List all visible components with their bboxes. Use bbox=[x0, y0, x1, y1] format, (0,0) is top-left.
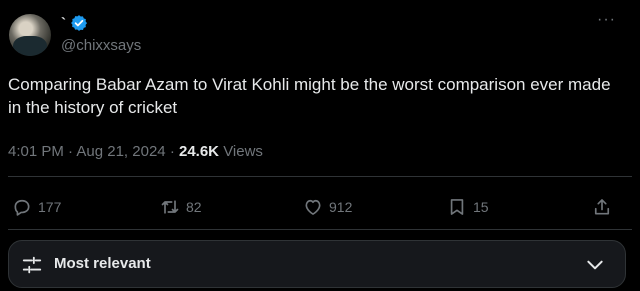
avatar-photo bbox=[13, 36, 47, 56]
avatar[interactable] bbox=[9, 14, 51, 56]
action-bar: 177 82 912 15 bbox=[0, 194, 640, 220]
like-count: 912 bbox=[329, 199, 353, 215]
bookmark-count: 15 bbox=[473, 199, 489, 215]
share-icon bbox=[594, 199, 610, 215]
tweet-meta: 4:01 PM · Aug 21, 2024 · 24.6K Views bbox=[8, 143, 263, 160]
author-handle[interactable]: @chixxsays bbox=[61, 37, 141, 54]
like-button[interactable]: 912 bbox=[303, 194, 352, 220]
repost-button[interactable]: 82 bbox=[160, 194, 202, 220]
reply-button[interactable]: 177 bbox=[12, 194, 61, 220]
tweet-time[interactable]: 4:01 PM bbox=[8, 143, 64, 160]
tweet-text: Comparing Babar Azam to Virat Kohli migh… bbox=[8, 75, 611, 117]
sort-filter-icon bbox=[22, 256, 42, 274]
repost-count: 82 bbox=[186, 199, 202, 215]
chevron-down-icon bbox=[587, 260, 603, 270]
divider bbox=[8, 229, 632, 230]
meta-separator: · bbox=[68, 143, 74, 160]
sort-label: Most relevant bbox=[54, 255, 151, 272]
divider bbox=[8, 176, 632, 177]
verified-badge-icon bbox=[71, 15, 88, 31]
tweet-date[interactable]: Aug 21, 2024 bbox=[76, 143, 165, 160]
bookmark-button[interactable]: 15 bbox=[447, 194, 489, 220]
heart-icon bbox=[305, 199, 321, 215]
author-display-name[interactable]: ` bbox=[61, 15, 66, 32]
reply-icon bbox=[14, 199, 30, 216]
views-label: Views bbox=[223, 143, 263, 160]
share-button[interactable] bbox=[592, 194, 612, 220]
bookmark-icon bbox=[450, 199, 464, 215]
more-options-icon[interactable]: ··· bbox=[597, 12, 616, 28]
reply-count: 177 bbox=[38, 199, 62, 215]
meta-separator: · bbox=[169, 143, 175, 160]
views-count: 24.6K bbox=[178, 143, 220, 160]
repost-icon bbox=[161, 200, 179, 214]
author-name-row: ` bbox=[61, 12, 88, 34]
reply-sort-dropdown[interactable]: Most relevant bbox=[8, 240, 626, 288]
